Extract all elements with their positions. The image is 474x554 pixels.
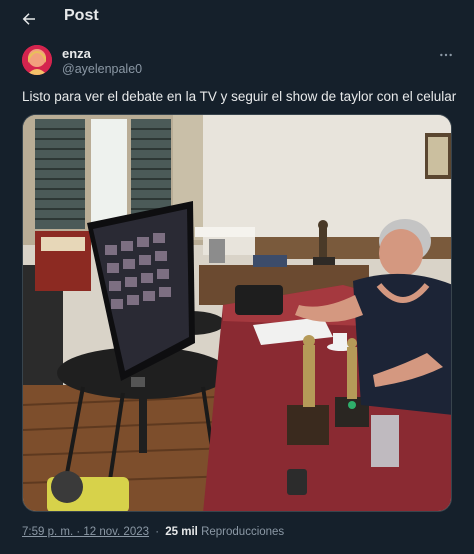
author-handle[interactable]: @ayelenpale0 [62, 62, 142, 76]
back-button[interactable] [16, 6, 42, 32]
meta-separator: · [155, 526, 160, 538]
tweet-text: Listo para ver el debate en la TV y segu… [22, 89, 457, 104]
timestamp-link[interactable]: 7:59 p. m. · 12 nov. 2023 [22, 526, 149, 538]
views-count: 25 mil [165, 526, 198, 538]
tweet-author: enza @ayelenpale0 [22, 45, 462, 79]
page-title: Post [64, 7, 99, 24]
author-display-name[interactable]: enza [62, 46, 91, 61]
avatar[interactable] [22, 45, 52, 75]
tweet-meta: 7:59 p. m. · 12 nov. 2023 · 25 mil Repro… [22, 526, 284, 538]
more-horizontal-icon [440, 53, 452, 57]
views-label: Reproducciones [201, 526, 285, 538]
top-bar: Post [0, 0, 474, 36]
arrow-left-icon [22, 13, 35, 25]
more-options-button[interactable] [436, 45, 456, 65]
tweet-photo[interactable] [22, 114, 452, 512]
